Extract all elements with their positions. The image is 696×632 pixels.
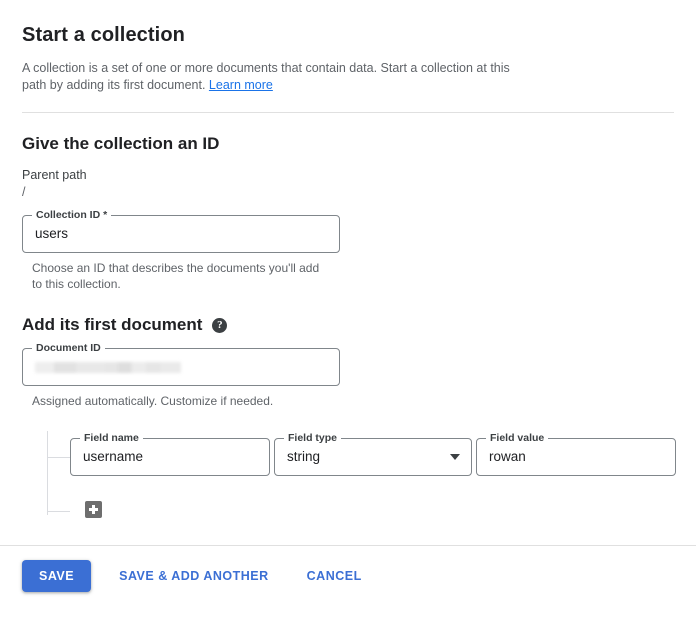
save-button[interactable]: SAVE	[22, 560, 92, 592]
field-value-label: Field value	[486, 432, 549, 444]
field-type-label: Field type	[284, 432, 342, 444]
document-id-label: Document ID	[32, 342, 105, 354]
cancel-button[interactable]: CANCEL	[297, 560, 372, 592]
document-fields-area: Field name Field type string Field value	[22, 427, 676, 527]
intro-section: Start a collection A collection is a set…	[0, 0, 696, 113]
field-name-field[interactable]: Field name	[70, 432, 270, 476]
help-icon[interactable]: ?	[212, 317, 228, 333]
parent-path-value: /	[22, 185, 26, 199]
plus-icon-vertical	[92, 505, 95, 514]
collection-id-field[interactable]: Collection ID *	[22, 209, 340, 253]
field-value-field[interactable]: Field value	[476, 432, 676, 476]
footer-actions: SAVE SAVE & ADD ANOTHER CANCEL	[0, 546, 696, 606]
add-field-button[interactable]	[85, 501, 102, 518]
document-id-field[interactable]: Document ID	[22, 342, 340, 386]
first-document-heading: Add its first document ?	[22, 314, 674, 336]
tree-branch-add	[47, 511, 70, 512]
field-name-input[interactable]	[83, 448, 257, 466]
first-document-heading-label: Add its first document	[22, 315, 203, 334]
intro-description: A collection is a set of one or more doc…	[22, 60, 532, 94]
field-name-label: Field name	[80, 432, 143, 444]
document-id-redacted-value	[35, 361, 181, 373]
collection-id-heading: Give the collection an ID	[22, 133, 674, 155]
parent-path-label: Parent path	[22, 168, 87, 182]
document-id-hint: Assigned automatically. Customize if nee…	[32, 394, 274, 408]
collection-id-input[interactable]	[35, 225, 327, 243]
field-value-input[interactable]	[489, 448, 663, 466]
collection-id-hint: Choose an ID that describes the document…	[32, 261, 320, 291]
chevron-down-icon[interactable]	[450, 454, 460, 460]
form-body: Give the collection an ID Parent path / …	[0, 113, 696, 527]
field-type-select[interactable]: Field type string	[274, 432, 472, 476]
learn-more-link[interactable]: Learn more	[209, 78, 273, 92]
save-and-add-another-button[interactable]: SAVE & ADD ANOTHER	[109, 560, 279, 592]
page-title: Start a collection	[22, 24, 185, 46]
start-collection-dialog: Start a collection A collection is a set…	[0, 0, 696, 632]
collection-id-heading-label: Give the collection an ID	[22, 134, 220, 153]
tree-branch-field	[47, 457, 70, 458]
field-type-value: string	[287, 449, 321, 464]
collection-id-label: Collection ID *	[32, 209, 112, 221]
tree-vertical-line	[47, 431, 48, 515]
field-row: Field name Field type string Field value	[70, 432, 676, 476]
